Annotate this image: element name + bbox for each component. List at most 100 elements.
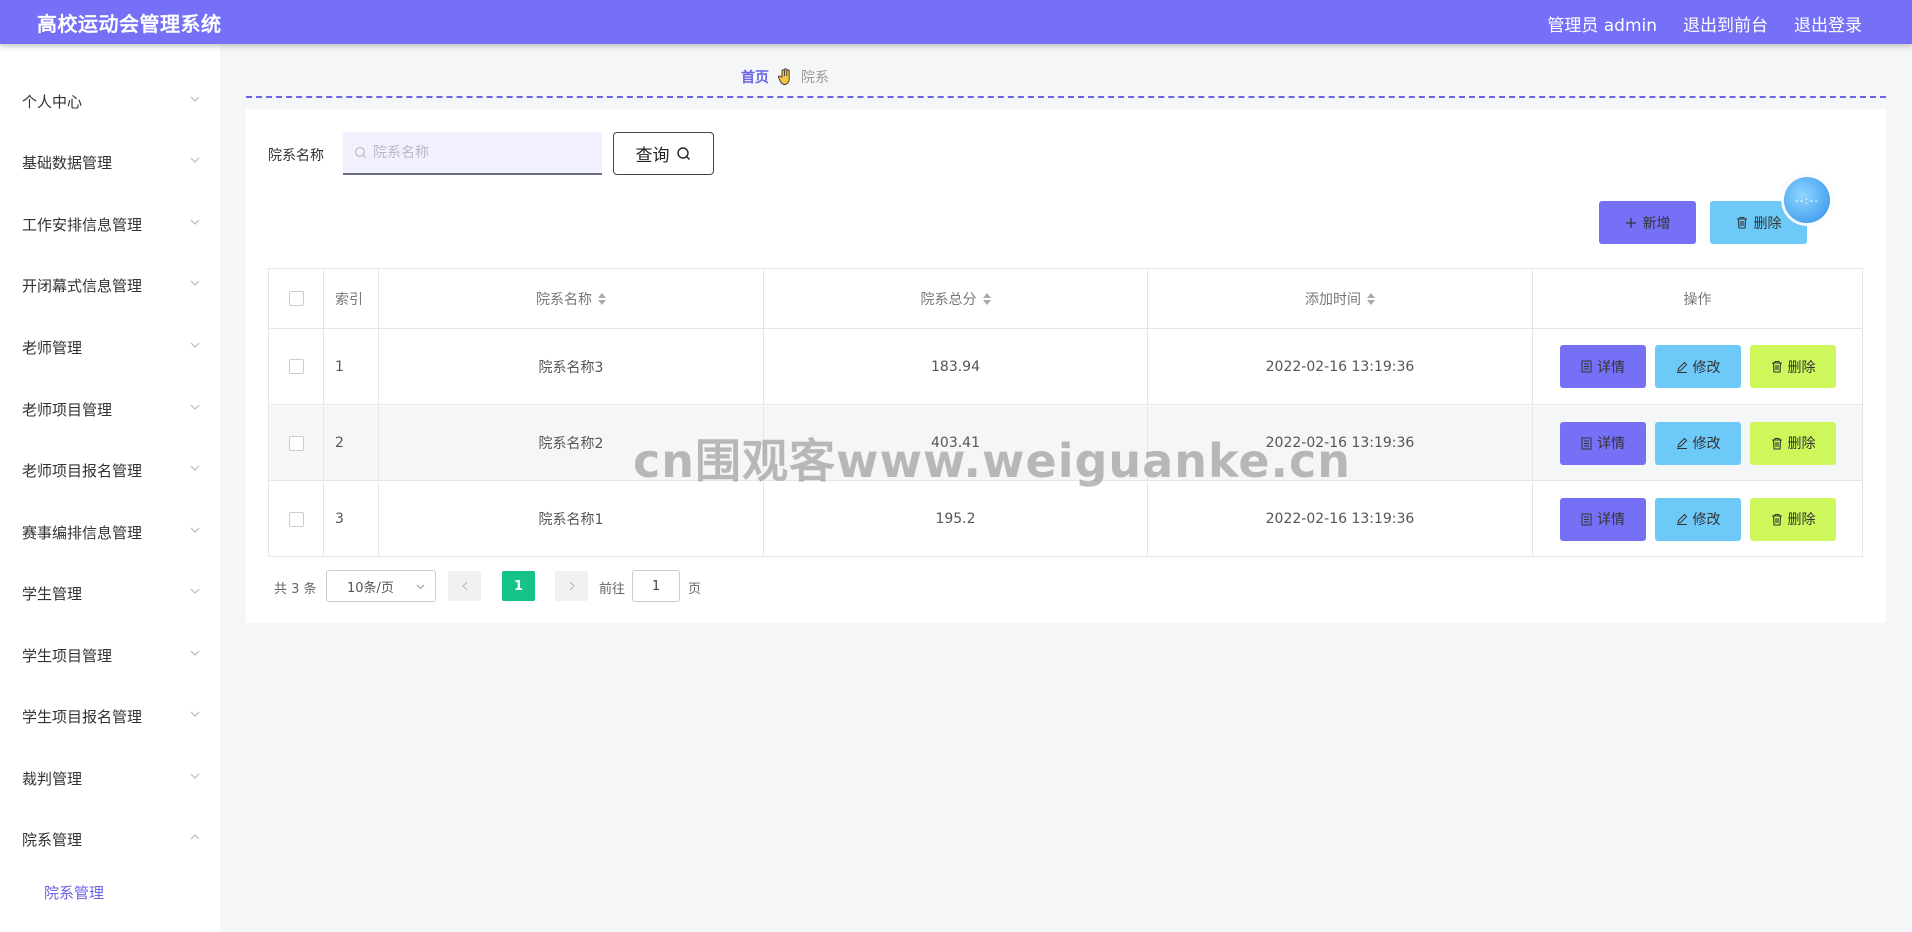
sidebar-item-label: 院系管理 [22, 831, 83, 849]
sidebar-item-event-schedule[interactable]: 赛事编排信息管理 [0, 511, 220, 551]
cell-index-text: 3 [335, 511, 344, 527]
trash-icon [1771, 513, 1782, 526]
row-checkbox[interactable] [288, 435, 304, 451]
delete-button-label: 删除 [1787, 512, 1816, 528]
edit-button[interactable]: 修改 [1655, 421, 1741, 465]
sidebar-item-label: 老师项目报名管理 [22, 462, 143, 480]
select-all-checkbox[interactable] [288, 291, 304, 306]
cell-ops: 详情 修改 删除 [1533, 329, 1862, 404]
sidebar-item-label: 赛事编排信息管理 [22, 524, 143, 542]
sidebar-item-work-schedule[interactable]: 工作安排信息管理 [0, 203, 220, 243]
chevron-down-icon [190, 711, 200, 717]
chevron-down-icon [190, 157, 200, 163]
sidebar-item-label: 学生管理 [22, 585, 83, 603]
sidebar-subitem-label: 院系管理 [44, 884, 105, 902]
chevron-down-icon [416, 584, 425, 590]
sidebar-item-student-project[interactable]: 学生项目管理 [0, 634, 220, 674]
sidebar-item-label: 裁判管理 [22, 770, 83, 788]
sidebar-item-referee[interactable]: 裁判管理 [0, 757, 220, 797]
header-name[interactable]: 院系名称 [379, 269, 764, 328]
chevron-down-icon [190, 588, 200, 594]
sidebar-item-student[interactable]: 学生管理 [0, 572, 220, 612]
breadcrumb-current: 院系 [801, 70, 829, 86]
cell-index: 3 [324, 482, 379, 556]
sort-icon[interactable] [598, 292, 606, 305]
prev-page-button[interactable] [448, 571, 481, 601]
edit-button[interactable]: 修改 [1655, 345, 1741, 388]
cell-index-text: 1 [335, 358, 344, 375]
add-button[interactable]: 新增 [1599, 201, 1696, 244]
cell-index-text: 2 [335, 435, 344, 451]
chevron-down-icon [190, 527, 200, 533]
batch-delete-label: 删除 [1753, 215, 1782, 232]
sidebar-item-base-data[interactable]: 基础数据管理 [0, 141, 220, 181]
chevron-left-icon [461, 581, 467, 591]
sidebar-item-label: 个人中心 [22, 93, 83, 111]
breadcrumb-divider [246, 96, 1886, 98]
header-index-label: 索引 [335, 291, 363, 308]
delete-button[interactable]: 删除 [1750, 345, 1836, 388]
detail-button[interactable]: 详情 [1560, 497, 1646, 541]
cell-name-text: 院系名称3 [538, 359, 604, 376]
logout-link[interactable]: 退出登录 [1794, 11, 1862, 36]
sidebar-item-student-signup[interactable]: 学生项目报名管理 [0, 695, 220, 735]
search-field [343, 132, 602, 175]
table-row: 1 院系名称3 183.94 2022-02-16 13:19:36 详情 修改… [269, 329, 1862, 405]
row-checkbox[interactable] [288, 511, 304, 527]
sidebar-item-personal-center[interactable]: 个人中心 [0, 80, 220, 120]
sidebar-item-teacher-signup[interactable]: 老师项目报名管理 [0, 449, 220, 489]
sidebar: 个人中心 基础数据管理 工作安排信息管理 开闭幕式信息管理 老师管理 老师项目管… [0, 44, 220, 932]
top-header: 高校运动会管理系统 管理员 admin 退出到前台 退出登录 [0, 0, 1912, 44]
floating-widget[interactable]: --:-- [1784, 177, 1830, 223]
sidebar-subitem-department-manage[interactable]: 院系管理 [44, 882, 104, 910]
query-button[interactable]: 查询 [613, 132, 714, 175]
search-label: 院系名称 [268, 148, 324, 164]
exit-to-front-link[interactable]: 退出到前台 [1683, 11, 1768, 36]
detail-button[interactable]: 详情 [1560, 421, 1646, 465]
breadcrumb-home[interactable]: 首页 [741, 67, 769, 87]
page-size-value: 10条/页 [347, 580, 394, 596]
chevron-down-icon [190, 404, 200, 410]
chevron-down-icon [190, 280, 200, 286]
row-checkbox[interactable] [288, 359, 304, 374]
total-count: 共 3 条 [274, 582, 317, 597]
page-number-current[interactable]: 1 [502, 571, 535, 601]
header-actions: 管理员 admin 退出到前台 退出登录 [1547, 11, 1862, 36]
sidebar-item-teacher-project[interactable]: 老师项目管理 [0, 388, 220, 428]
sort-icon[interactable] [982, 292, 991, 305]
cell-ops: 详情 修改 删除 [1533, 482, 1862, 556]
cell-name: 院系名称3 [379, 329, 764, 404]
breadcrumb: 首页 院系 [741, 67, 829, 87]
goto-page-input[interactable] [632, 570, 680, 602]
search-input[interactable] [373, 141, 593, 165]
header-name-label: 院系名称 [536, 291, 592, 308]
cell-index: 1 [324, 329, 379, 404]
detail-button[interactable]: 详情 [1560, 345, 1646, 388]
document-icon [1581, 513, 1592, 525]
sidebar-item-teacher[interactable]: 老师管理 [0, 326, 220, 366]
cell-score-text: 403.41 [931, 435, 980, 451]
sidebar-item-department[interactable]: 院系管理 [0, 818, 220, 858]
goto-suffix: 页 [688, 582, 702, 597]
edit-button-label: 修改 [1692, 436, 1721, 452]
table-row: 2 院系名称2 403.41 2022-02-16 13:19:36 详情 修改… [269, 406, 1862, 481]
header-time[interactable]: 添加时间 [1148, 269, 1533, 328]
chevron-down-icon [190, 650, 200, 656]
page-size-select[interactable]: 10条/页 [326, 570, 436, 602]
app-title: 高校运动会管理系统 [37, 12, 222, 36]
sidebar-item-ceremony[interactable]: 开闭幕式信息管理 [0, 264, 220, 304]
pencil-icon [1676, 437, 1687, 449]
delete-button[interactable]: 删除 [1750, 421, 1836, 465]
edit-button-label: 修改 [1692, 359, 1721, 376]
detail-button-label: 详情 [1597, 359, 1625, 376]
header-score[interactable]: 院系总分 [764, 269, 1148, 328]
sort-icon[interactable] [1367, 292, 1375, 305]
edit-button[interactable]: 修改 [1655, 497, 1741, 541]
detail-button-label: 详情 [1597, 436, 1625, 452]
delete-button[interactable]: 删除 [1750, 497, 1836, 541]
cell-score: 195.2 [764, 482, 1148, 556]
next-page-button[interactable] [555, 571, 588, 601]
trash-icon [1736, 216, 1747, 229]
cell-time-text: 2022-02-16 13:19:36 [1265, 358, 1415, 375]
floating-widget-text: --:-- [1794, 193, 1820, 207]
